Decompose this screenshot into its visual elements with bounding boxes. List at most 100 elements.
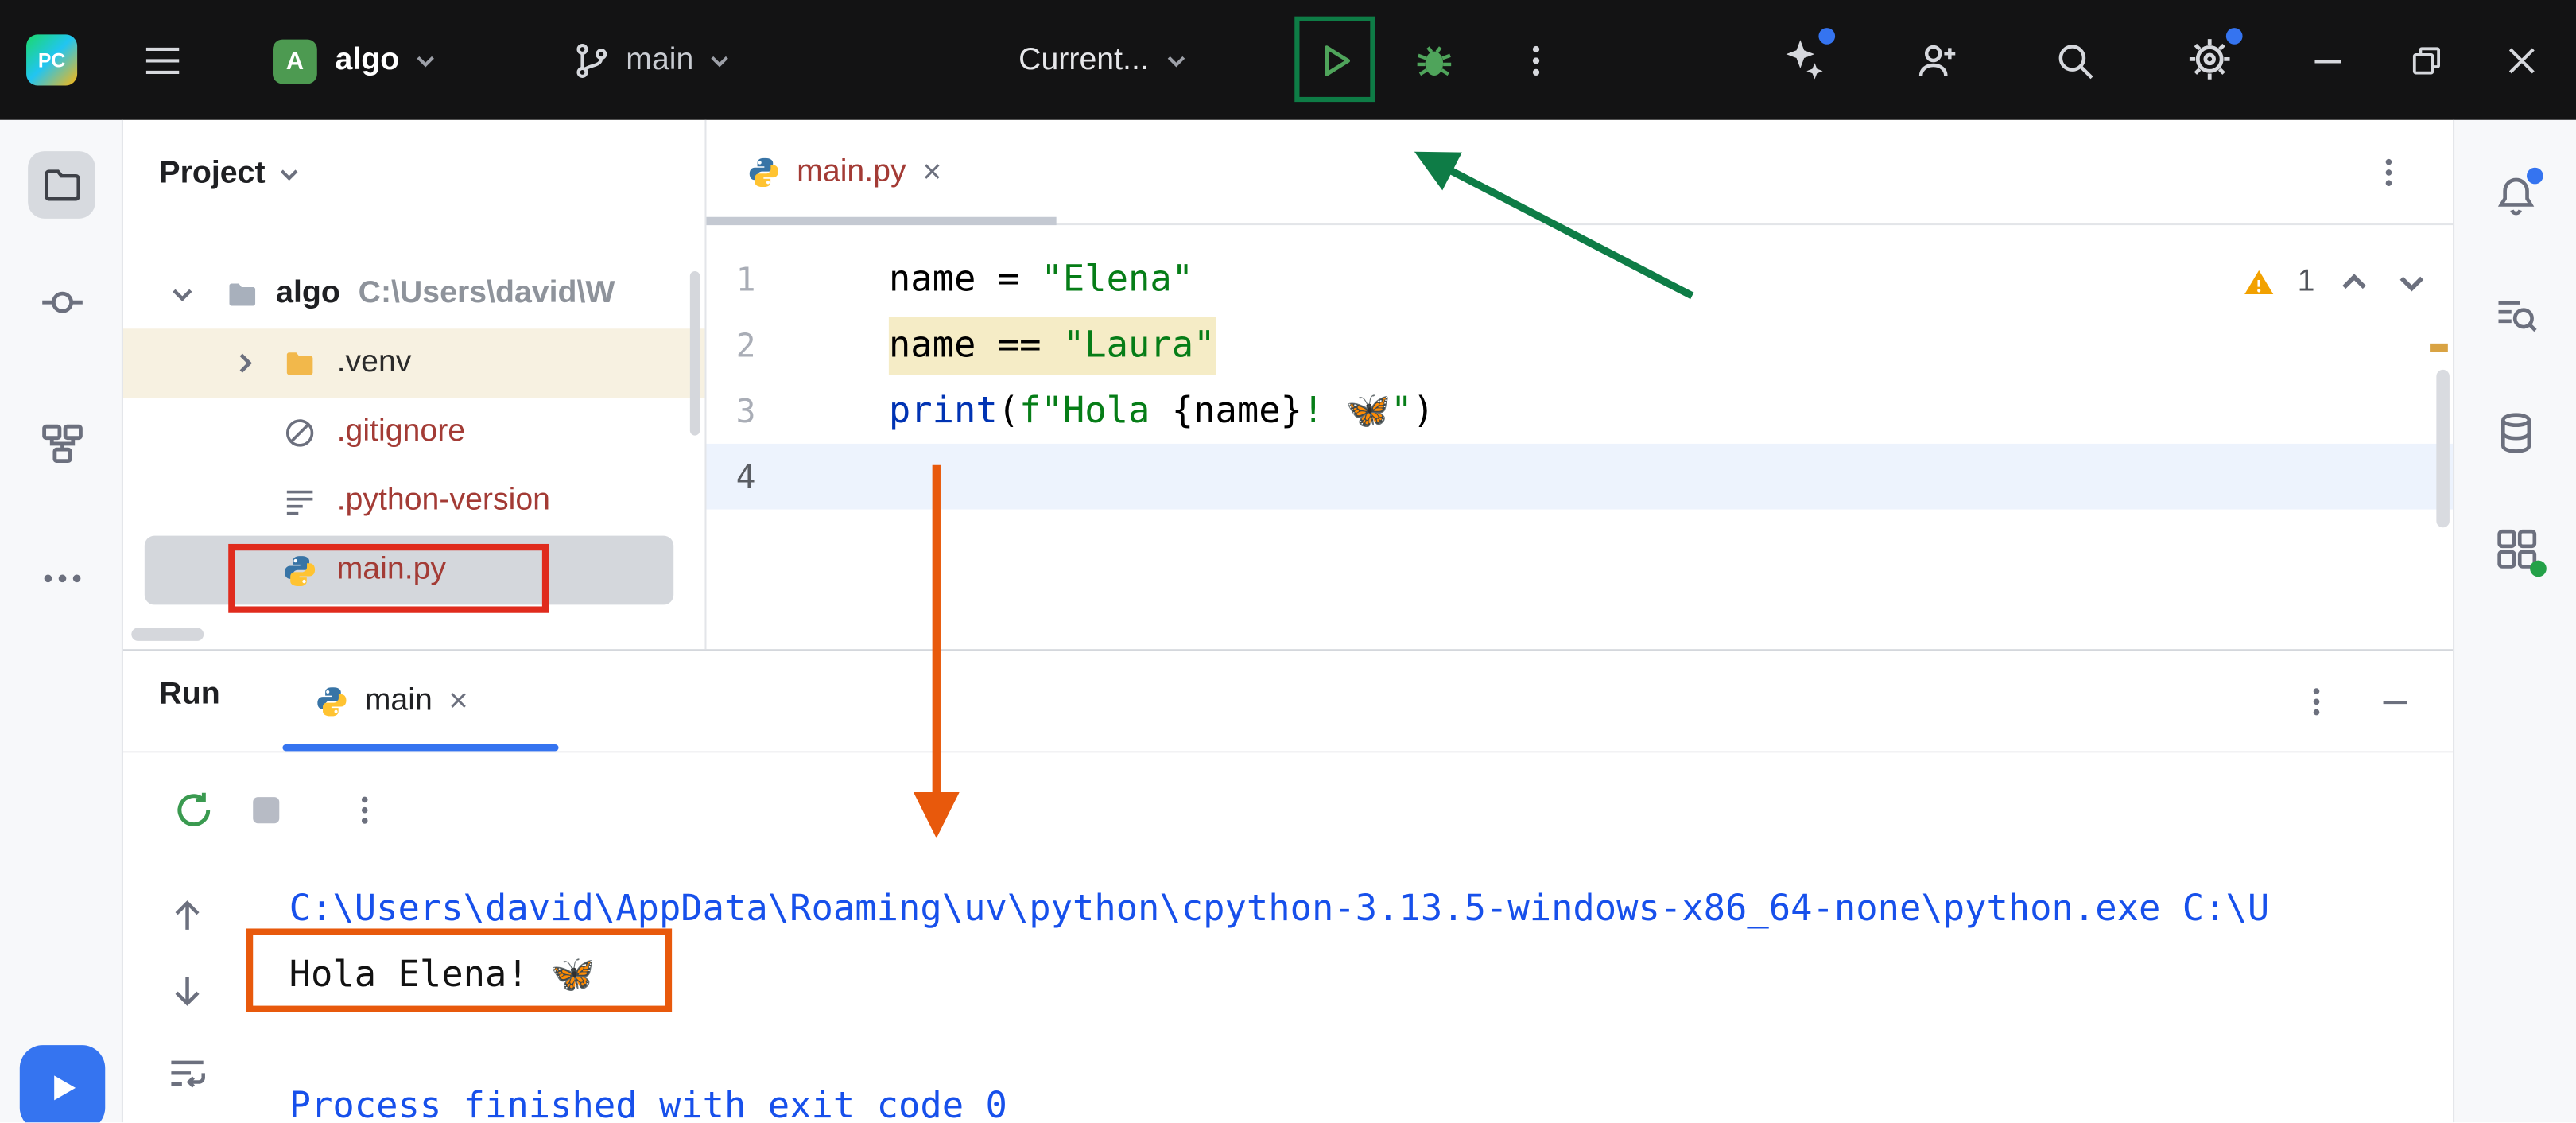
structure-icon bbox=[39, 420, 85, 466]
folder-root-icon bbox=[225, 277, 259, 311]
line-number[interactable]: 2 bbox=[707, 325, 756, 365]
next-problem-icon[interactable] bbox=[2394, 265, 2430, 301]
project-widget[interactable]: A algo bbox=[273, 29, 439, 92]
project-horizontal-scrollbar[interactable] bbox=[131, 628, 204, 641]
run-button[interactable] bbox=[1305, 31, 1368, 90]
code-with-me-button[interactable] bbox=[1906, 31, 1969, 90]
search-everywhere-button[interactable] bbox=[2044, 31, 2107, 90]
project-tool-window: Project algoC:\Users\david\W .venv .giti… bbox=[123, 120, 707, 649]
editor-scrollbar[interactable] bbox=[2436, 370, 2450, 527]
chevron-expanded-icon[interactable] bbox=[168, 279, 197, 309]
project-avatar: A bbox=[273, 39, 317, 84]
code-line-1[interactable]: 1 name = "Elena" bbox=[707, 247, 2454, 313]
line-number[interactable]: 4 bbox=[707, 457, 756, 496]
add-user-icon bbox=[1915, 40, 1958, 83]
console-more-button[interactable] bbox=[340, 786, 390, 835]
left-tool-stripe bbox=[0, 120, 123, 1122]
tree-item-python-version[interactable]: .python-version bbox=[123, 467, 707, 536]
tree-item-main-py[interactable]: main.py bbox=[123, 536, 707, 605]
soft-wrap-icon[interactable] bbox=[166, 1051, 209, 1094]
warning-highlight: name == "Laura" bbox=[889, 317, 1216, 374]
sidebar-item-structure[interactable] bbox=[28, 410, 95, 477]
console-output[interactable]: C:\Users\david\AppData\Roaming\uv\python… bbox=[289, 876, 2425, 1122]
settings-notification-dot bbox=[2226, 28, 2243, 45]
code-line-3[interactable]: 3 print(f"Hola {name}! 🦋") bbox=[707, 378, 2454, 444]
more-actions-button[interactable] bbox=[1505, 31, 1568, 90]
tab-close-icon[interactable]: × bbox=[448, 686, 467, 718]
editor-tab-bar: main.py × bbox=[707, 120, 2454, 225]
tree-item-algo[interactable]: algoC:\Users\david\W bbox=[123, 259, 707, 328]
sidebar-item-project[interactable] bbox=[28, 151, 95, 219]
warning-count: 1 bbox=[2298, 265, 2315, 301]
more-dots-icon bbox=[39, 554, 85, 600]
play-icon bbox=[43, 1068, 83, 1108]
ai-assistant-button[interactable] bbox=[1771, 29, 1834, 88]
editor-options-button[interactable] bbox=[2364, 148, 2413, 197]
run-tab-label: main bbox=[365, 684, 433, 720]
scroll-down-icon[interactable] bbox=[166, 970, 209, 1012]
chevron-collapsed-icon[interactable] bbox=[230, 348, 259, 378]
tab-close-icon[interactable]: × bbox=[922, 156, 941, 188]
sidebar-item-database[interactable] bbox=[2482, 399, 2550, 467]
line-number[interactable]: 3 bbox=[707, 391, 756, 431]
run-tab-main[interactable]: main × bbox=[282, 651, 501, 752]
project-panel-header[interactable]: Project bbox=[159, 156, 303, 192]
project-vertical-scrollbar[interactable] bbox=[690, 271, 700, 436]
tree-item-label: main.py bbox=[337, 552, 446, 588]
run-panel-options-button[interactable] bbox=[2292, 677, 2341, 726]
vcs-branch-widget[interactable]: main bbox=[572, 29, 733, 92]
console-line-stdout: Hola Elena! 🦋 bbox=[289, 942, 2425, 1008]
pycharm-logo[interactable]: PC bbox=[26, 34, 77, 85]
debug-button[interactable] bbox=[1403, 31, 1466, 90]
code-line-2[interactable]: 2 name == "Laura" bbox=[707, 313, 2454, 379]
main-menu-button[interactable] bbox=[131, 31, 194, 90]
close-window-button[interactable] bbox=[2491, 31, 2554, 90]
tree-item-label: .python-version bbox=[337, 484, 550, 519]
scroll-up-icon[interactable] bbox=[166, 894, 209, 937]
floating-run-button[interactable] bbox=[20, 1045, 105, 1122]
minimize-window-button[interactable] bbox=[2297, 31, 2360, 90]
stop-button[interactable] bbox=[242, 786, 291, 835]
hide-run-panel-button[interactable] bbox=[2371, 677, 2420, 726]
python-file-icon bbox=[747, 156, 780, 188]
sidebar-item-commit[interactable] bbox=[28, 268, 95, 336]
editor-tab-main-py[interactable]: main.py × bbox=[707, 120, 1057, 225]
sidebar-item-python-packages[interactable] bbox=[2482, 515, 2550, 582]
minimize-icon bbox=[2377, 684, 2413, 720]
editor-tab-label: main.py bbox=[797, 154, 906, 190]
gear-icon bbox=[2186, 36, 2233, 82]
run-tool-window: Run main × bbox=[123, 649, 2453, 1122]
warning-stripe-mark[interactable] bbox=[2430, 344, 2448, 352]
run-configuration-selector[interactable]: Current... bbox=[1018, 29, 1189, 92]
restore-window-button[interactable] bbox=[2396, 31, 2458, 90]
code-area[interactable]: 1 name = "Elena" 2 name == "Laura" 3 pri… bbox=[707, 247, 2454, 510]
prev-problem-icon[interactable] bbox=[2336, 265, 2372, 301]
sidebar-item-more[interactable] bbox=[28, 544, 95, 612]
tree-item-gitignore[interactable]: .gitignore bbox=[123, 398, 707, 467]
pycharm-window: PC A algo main Current... bbox=[0, 0, 2576, 1122]
ai-assistant-icon bbox=[1779, 36, 1825, 82]
search-icon bbox=[2054, 40, 2097, 83]
editor-area[interactable]: main.py × 1 name = "Elena" 2 name == "La… bbox=[707, 120, 2454, 649]
console-line-command: C:\Users\david\AppData\Roaming\uv\python… bbox=[289, 876, 2425, 942]
project-panel-title: Project bbox=[159, 156, 265, 192]
tree-item-venv[interactable]: .venv bbox=[123, 328, 707, 398]
folder-venv-icon bbox=[282, 346, 316, 380]
rerun-icon bbox=[173, 789, 215, 832]
ai-notification-dot bbox=[1818, 28, 1835, 45]
inspection-widget[interactable]: 1 bbox=[2243, 265, 2430, 301]
pycharm-logo-text: PC bbox=[38, 49, 65, 72]
branch-name: main bbox=[626, 43, 693, 79]
rerun-button[interactable] bbox=[169, 786, 219, 835]
right-tool-stripe bbox=[2453, 120, 2576, 1122]
ignored-file-icon bbox=[282, 415, 316, 449]
titlebar: PC A algo main Current... bbox=[0, 0, 2576, 120]
sidebar-item-find[interactable] bbox=[2482, 281, 2550, 348]
settings-button[interactable] bbox=[2178, 29, 2241, 88]
tree-item-label: .venv bbox=[337, 345, 412, 381]
line-number[interactable]: 1 bbox=[707, 259, 756, 299]
text-file-icon bbox=[282, 484, 316, 519]
sidebar-item-notifications[interactable] bbox=[2482, 163, 2550, 231]
tree-item-label: algoC:\Users\david\W bbox=[276, 276, 615, 312]
code-line-4[interactable]: 4 bbox=[707, 444, 2454, 510]
